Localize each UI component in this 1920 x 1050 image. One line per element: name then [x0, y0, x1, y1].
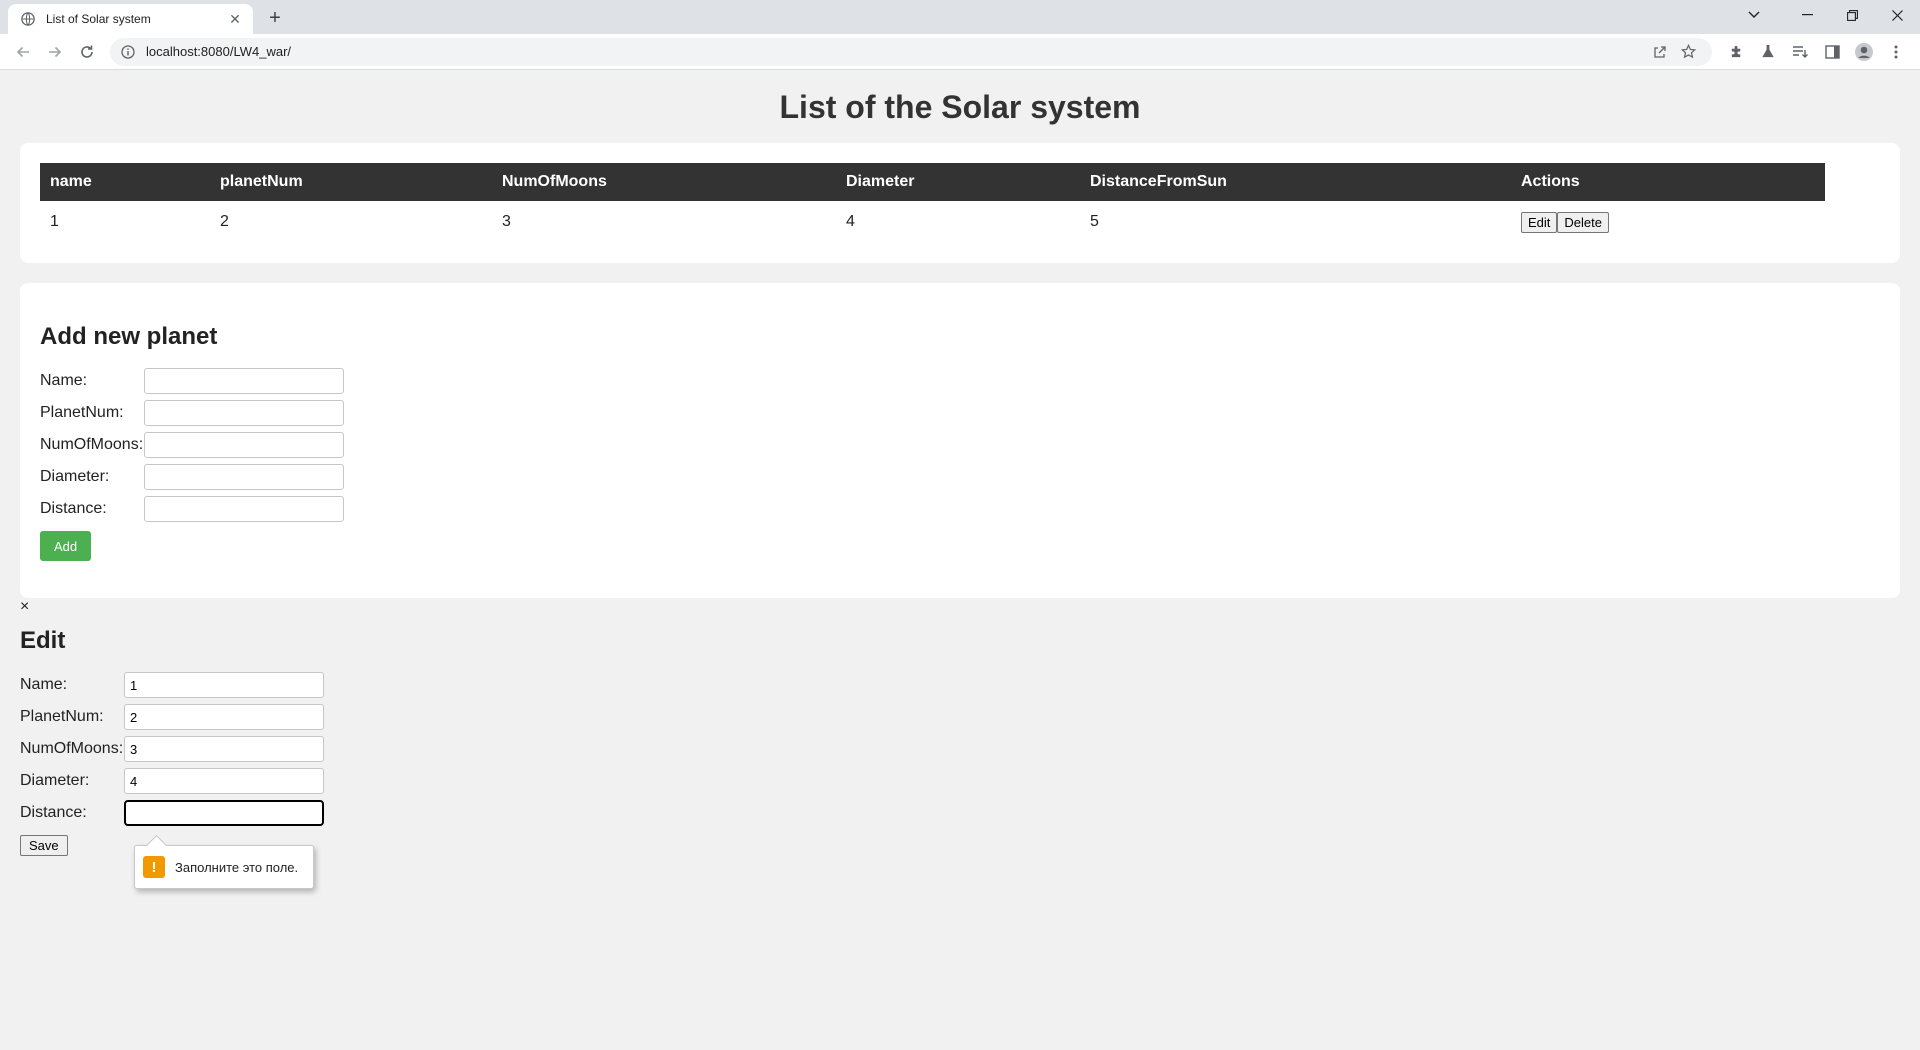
edit-planetnum-input[interactable] [124, 704, 324, 731]
validation-tooltip: ! Заполните это поле. [134, 845, 314, 890]
edit-numofmoons-input[interactable] [124, 736, 324, 763]
add-distance-input[interactable] [144, 496, 344, 523]
column-header-numofmoons: NumOfMoons [492, 163, 836, 202]
browser-tab[interactable]: List of Solar system ✕ [8, 4, 253, 34]
add-planet-card: Add new planet Name: PlanetNum: NumOfMoo… [20, 283, 1900, 599]
edit-section: × Edit Name: PlanetNum: NumOfMoons: Diam… [20, 599, 1900, 890]
add-planetnum-row: PlanetNum: [40, 397, 1880, 429]
edit-distance-label: Distance: [20, 804, 87, 822]
page-title: List of the Solar system [779, 89, 1141, 125]
cell-distancefromsun: 5 [1090, 213, 1099, 231]
edit-title: Edit [20, 627, 66, 655]
close-edit-icon[interactable]: × [20, 599, 1900, 615]
cell-diameter: 4 [846, 213, 855, 231]
add-name-row: Name: [40, 365, 1880, 397]
column-header-name: name [40, 163, 210, 202]
close-tab-icon[interactable]: ✕ [227, 11, 243, 27]
profile-avatar-icon[interactable] [1848, 37, 1880, 67]
add-diameter-label: Diameter: [40, 468, 110, 486]
planets-table-card: name planetNum NumOfMoons Diameter Dista… [20, 143, 1900, 264]
edit-name-row: Name: [20, 669, 1900, 701]
share-icon[interactable] [1646, 40, 1674, 64]
side-panel-icon[interactable] [1816, 37, 1848, 67]
edit-planetnum-row: PlanetNum: [20, 701, 1900, 733]
restore-icon[interactable] [1830, 0, 1875, 30]
reading-list-icon[interactable] [1784, 37, 1816, 67]
add-numofmoons-row: NumOfMoons: [40, 429, 1880, 461]
edit-diameter-row: Diameter: [20, 765, 1900, 797]
add-diameter-input[interactable] [144, 464, 344, 491]
window-controls [1739, 0, 1920, 30]
validation-message: Заполните это поле. [175, 859, 299, 875]
cell-actions: Edit Delete [1511, 201, 1825, 243]
save-button[interactable]: Save [20, 835, 68, 857]
edit-diameter-label: Diameter: [20, 772, 90, 790]
add-distance-label: Distance: [40, 500, 107, 518]
address-bar[interactable]: localhost:8080/LW4_war/ [110, 37, 1712, 66]
edit-numofmoons-label: NumOfMoons: [20, 740, 124, 758]
browser-toolbar: localhost:8080/LW4_war/ [0, 34, 1920, 70]
table-header-row: name planetNum NumOfMoons Diameter Dista… [40, 163, 1825, 202]
more-menu-icon[interactable] [1880, 37, 1912, 67]
edit-name-label: Name: [20, 676, 68, 694]
site-info-icon[interactable] [120, 44, 136, 60]
delete-button[interactable]: Delete [1557, 211, 1609, 233]
add-numofmoons-label: NumOfMoons: [40, 436, 144, 454]
table-row: 1 2 3 4 5 Edit Delete [40, 201, 1825, 243]
add-button[interactable]: Add [40, 531, 92, 562]
add-diameter-row: Diameter: [40, 461, 1880, 493]
column-header-planetnum: planetNum [210, 163, 492, 202]
cell-numofmoons: 3 [502, 213, 511, 231]
page-content: List of the Solar system name planetNum … [0, 89, 1920, 890]
new-tab-icon[interactable]: + [261, 4, 289, 32]
minimize-icon[interactable] [1785, 0, 1830, 30]
edit-name-input[interactable] [124, 672, 324, 699]
close-window-icon[interactable] [1875, 0, 1920, 30]
labs-flask-icon[interactable] [1752, 37, 1784, 67]
edit-button[interactable]: Edit [1521, 211, 1558, 233]
add-planetnum-label: PlanetNum: [40, 404, 124, 422]
edit-numofmoons-row: NumOfMoons: [20, 733, 1900, 765]
warning-icon: ! [143, 856, 165, 879]
forward-arrow-icon[interactable] [40, 37, 70, 67]
globe-icon [20, 11, 36, 27]
add-name-label: Name: [40, 372, 88, 390]
extensions-puzzle-icon[interactable] [1720, 37, 1752, 67]
add-distance-row: Distance: [40, 493, 1880, 525]
cell-planetnum: 2 [220, 213, 229, 231]
add-planetnum-input[interactable] [144, 400, 344, 427]
back-arrow-icon[interactable] [8, 37, 38, 67]
add-numofmoons-input[interactable] [144, 432, 344, 459]
column-header-distancefromsun: DistanceFromSun [1080, 163, 1511, 202]
tab-search-chevron-icon[interactable] [1739, 0, 1769, 30]
bookmark-star-icon[interactable] [1674, 40, 1702, 64]
edit-distance-row: Distance: [20, 797, 1900, 829]
browser-tab-strip: List of Solar system ✕ + [0, 0, 1920, 34]
edit-planetnum-label: PlanetNum: [20, 708, 104, 726]
edit-diameter-input[interactable] [124, 768, 324, 795]
add-name-input[interactable] [144, 368, 344, 395]
column-header-diameter: Diameter [836, 163, 1080, 202]
planets-table: name planetNum NumOfMoons Diameter Dista… [40, 163, 1825, 243]
column-header-actions: Actions [1511, 163, 1825, 202]
reload-icon[interactable] [72, 37, 102, 67]
add-planet-title: Add new planet [40, 323, 218, 351]
edit-distance-input[interactable] [124, 800, 324, 827]
cell-name: 1 [50, 213, 59, 231]
tab-title: List of Solar system [46, 12, 151, 26]
url-text[interactable]: localhost:8080/LW4_war/ [146, 44, 1646, 59]
